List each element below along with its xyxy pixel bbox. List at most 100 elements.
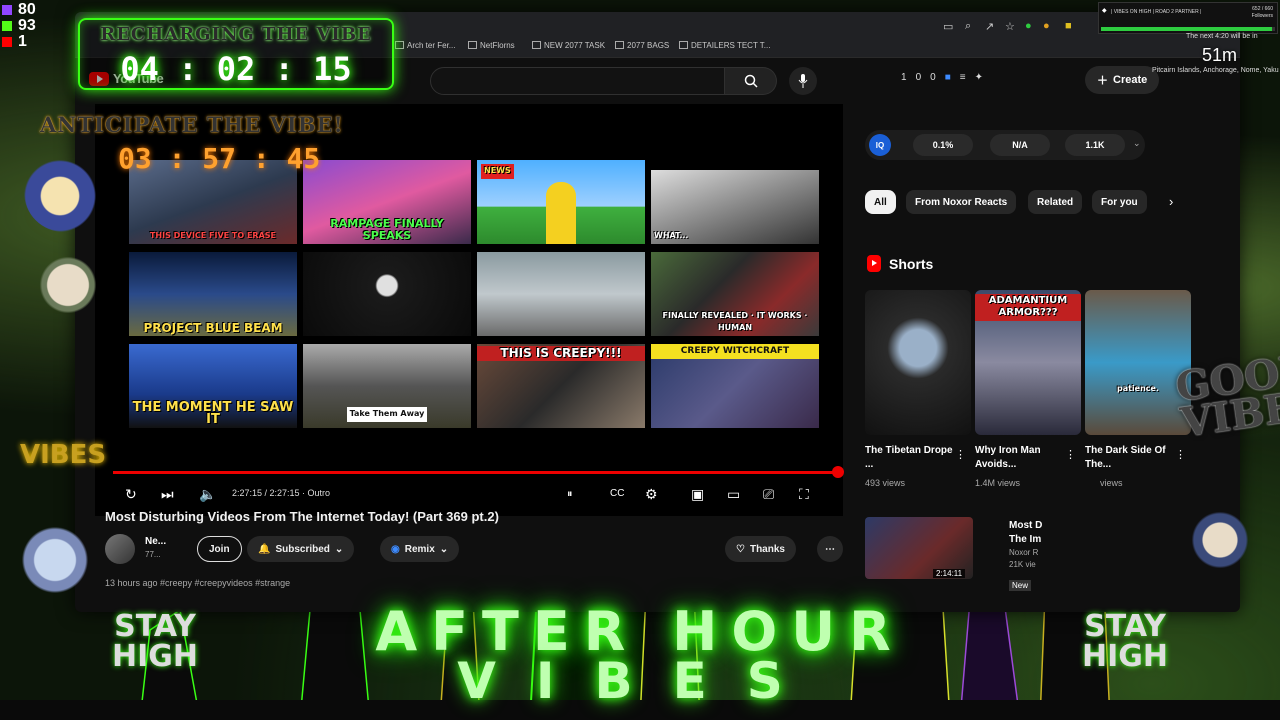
remix-button[interactable]: ◉ Remix ⌄ — [380, 536, 460, 562]
chevron-down-icon[interactable]: ⌄ — [1133, 138, 1141, 149]
countdown-minutes: 51m — [1202, 45, 1238, 65]
volume-icon[interactable]: 🔈 — [199, 484, 216, 504]
bookmark-item[interactable]: NetFlorns — [468, 41, 515, 50]
endscreen-video-thumbnail[interactable] — [477, 252, 645, 336]
more-actions-button[interactable]: ⋯ — [817, 536, 843, 562]
channel-avatar[interactable] — [105, 534, 135, 564]
header-extension-stats: 1 0 0 ■ ≡ ✦ — [901, 72, 983, 83]
endscreen-video-thumbnail[interactable]: FINALLY REVEALED · IT WORKS · HUMAN — [651, 252, 819, 336]
twitch-icon — [2, 5, 12, 15]
short-caption — [865, 296, 971, 299]
chip-for-you[interactable]: For you — [1092, 190, 1147, 214]
countdown-caption: The next 4:20 will be in — [1186, 33, 1258, 40]
follower-goal-fill — [1101, 27, 1272, 31]
chip-from-channel[interactable]: From Noxor Reacts — [906, 190, 1017, 214]
thumbnail-caption: CREEPY WITCHCRAFT — [651, 344, 819, 359]
short-thumbnail[interactable]: patience. — [1085, 290, 1191, 435]
short-caption: ADAMANTIUM ARMOR??? — [975, 294, 1081, 321]
stream-goal-widget: ◆ | VIBES ON HIGH | ROAD 2 PARTNER | 652… — [1098, 2, 1278, 34]
twitch-viewer-count: 80 — [18, 1, 36, 18]
bookmark-item[interactable]: NEW 2077 TASK — [532, 41, 605, 50]
replay-icon[interactable]: ↻ — [125, 484, 137, 504]
search-button[interactable] — [725, 67, 777, 95]
browser-window: ▭ ⌕ ↗ ☆ ● ● ■ Arch ter Fer... NetFlorns … — [75, 12, 1240, 612]
more-icon[interactable]: ⋮ — [955, 448, 966, 461]
fullscreen-icon[interactable]: ⛶ — [799, 484, 809, 504]
short-thumbnail[interactable]: ADAMANTIUM ARMOR??? — [975, 290, 1081, 435]
list-icon[interactable]: ≡ — [960, 72, 966, 83]
cast-icon[interactable]: ⎚ — [763, 484, 774, 504]
subscribed-button[interactable]: 🔔 Subscribed ⌄ — [247, 536, 355, 562]
voice-search-button[interactable] — [789, 67, 817, 95]
player-controls: ↻ ⏭ 🔈 2:27:15 / 2:27:15 · Outro ⏸ CC ⚙ ▣… — [95, 480, 843, 510]
chat-icon[interactable]: ✦ — [975, 72, 983, 83]
extension-icon[interactable]: ● — [1043, 20, 1050, 32]
cast-icon[interactable]: ▭ — [943, 20, 953, 33]
chip-related[interactable]: Related — [1028, 190, 1083, 214]
endscreen-video-thumbnail[interactable]: NEWS — [477, 160, 645, 244]
theater-mode-icon[interactable]: ▭ — [727, 484, 740, 504]
thanks-button[interactable]: ♡ Thanks — [725, 536, 796, 562]
next-icon[interactable]: ⏭ — [161, 484, 174, 504]
anticipate-label: ANTICIPATE THE VIBE! — [40, 112, 344, 137]
counter-row: 1 — [2, 34, 36, 50]
zoom-icon[interactable]: ⌕ — [965, 20, 971, 33]
shorts-label: Shorts — [889, 255, 934, 272]
short-thumbnail[interactable] — [865, 290, 971, 435]
bookmark-item[interactable]: Arch ter Fer... — [395, 41, 455, 50]
stats-extension-icon[interactable]: IQ — [869, 134, 891, 156]
endscreen-video-thumbnail[interactable] — [303, 252, 471, 336]
progress-bar[interactable] — [113, 471, 843, 474]
thumbnail-caption — [477, 333, 645, 336]
search-icon — [744, 74, 758, 88]
video-duration: 2:14:11 — [933, 569, 966, 578]
shorts-icon — [867, 255, 881, 272]
stat-pill: 1.1K — [1065, 134, 1125, 156]
star-icon[interactable]: ☆ — [1005, 20, 1015, 33]
recharge-timer: 04 : 02 : 15 — [120, 50, 352, 88]
bookmark-item[interactable]: 2077 BAGS — [615, 41, 669, 50]
autoplay-toggle[interactable]: ⏸ — [567, 484, 573, 504]
kick-icon: ◆ — [1102, 8, 1107, 14]
create-button[interactable]: ＋ Create — [1085, 66, 1160, 94]
stat-pill: N/A — [990, 134, 1050, 156]
endscreen-video-thumbnail[interactable]: Take Them Away — [303, 344, 471, 428]
endscreen-video-thumbnail[interactable]: RAMPAGE FINALLY SPEAKS — [303, 160, 471, 244]
short-views: 493 views — [865, 478, 906, 488]
join-button[interactable]: Join — [197, 536, 242, 562]
stat-value: 0 — [915, 72, 922, 83]
captions-icon[interactable]: CC — [610, 484, 624, 504]
bookmark-item[interactable]: DETAILERS TECT T... — [679, 41, 770, 50]
endscreen-video-thumbnail[interactable]: CREEPY WITCHCRAFT — [651, 344, 819, 428]
endscreen-video-thumbnail[interactable]: WHAT... — [651, 170, 819, 244]
short-title[interactable]: The Dark Side Of The... — [1085, 444, 1175, 472]
short-title[interactable]: Why Iron Man Avoids... — [975, 444, 1065, 472]
share-icon[interactable]: ↗ — [985, 20, 994, 33]
counter-row: 93 — [2, 18, 36, 34]
short-views: 1.4M views — [975, 478, 1021, 488]
extension-icon[interactable]: ■ — [1065, 20, 1072, 32]
chip-all[interactable]: All — [865, 190, 896, 214]
settings-icon[interactable]: ⚙ — [645, 484, 658, 504]
recommended-video-title[interactable]: Most D The Im — [1009, 519, 1057, 547]
more-icon[interactable]: ⋮ — [1175, 448, 1186, 461]
recommended-video-views: 21K vie — [1009, 560, 1036, 569]
extension-icon[interactable]: ● — [1025, 20, 1032, 32]
search-input[interactable] — [430, 67, 725, 95]
progress-scrubber[interactable] — [832, 466, 844, 478]
kick-icon — [2, 21, 12, 31]
plus-icon: ＋ — [1097, 75, 1108, 87]
shorts-section-header: Shorts — [867, 255, 933, 272]
short-title[interactable]: The Tibetan Drope ... — [865, 444, 955, 472]
good-vibes-text: GOOD VIBES — [1172, 345, 1280, 447]
endscreen-video-thumbnail[interactable]: PROJECT BLUE BEAM — [129, 252, 297, 336]
more-icon: ⋯ — [825, 543, 835, 555]
chevron-right-icon[interactable]: › — [1169, 194, 1173, 209]
more-icon[interactable]: ⋮ — [1065, 448, 1076, 461]
endscreen-video-thumbnail[interactable]: THIS IS CREEPY!!! — [477, 344, 645, 428]
channel-name[interactable]: Ne... — [145, 536, 166, 547]
extension-icon[interactable]: ■ — [945, 72, 951, 83]
miniplayer-icon[interactable]: ▣ — [691, 484, 704, 504]
endscreen-video-thumbnail[interactable]: THE MOMENT HE SAW IT — [129, 344, 297, 428]
video-description-preview[interactable]: 13 hours ago #creepy #creepyvideos #stra… — [105, 578, 290, 588]
